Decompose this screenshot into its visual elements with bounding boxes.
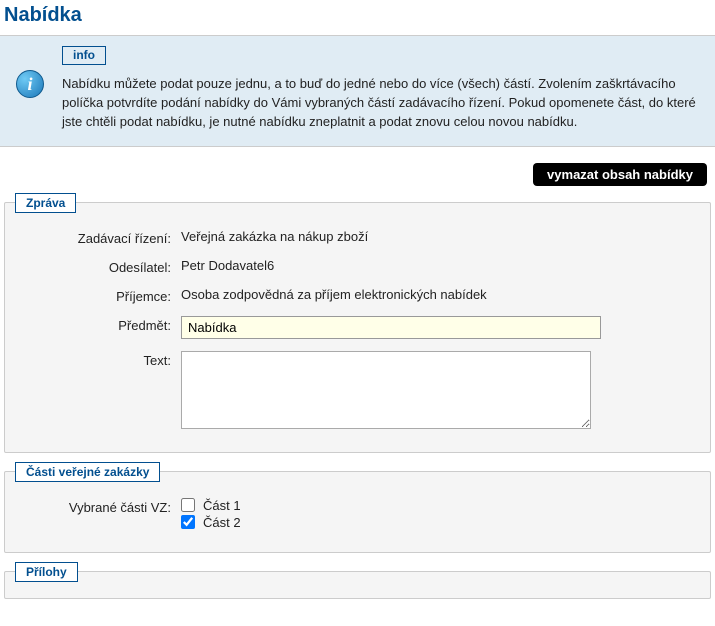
- clear-content-button[interactable]: vymazat obsah nabídky: [533, 163, 707, 186]
- text-textarea[interactable]: [181, 351, 591, 429]
- label-sender: Odesílatel:: [21, 258, 181, 275]
- part-checkbox-1[interactable]: [181, 498, 195, 512]
- part-checkbox-2[interactable]: [181, 515, 195, 529]
- label-procedure: Zadávací řízení:: [21, 229, 181, 246]
- attachments-fieldset: Přílohy: [4, 571, 711, 599]
- row-recipient: Příjemce: Osoba zodpovědná za příjem ele…: [5, 281, 710, 310]
- page-title: Nabídka: [0, 0, 715, 35]
- row-subject: Předmět:: [5, 310, 710, 345]
- subject-input[interactable]: [181, 316, 601, 339]
- action-row: vymazat obsah nabídky: [0, 147, 715, 198]
- label-recipient: Příjemce:: [21, 287, 181, 304]
- value-text-wrap: [181, 351, 694, 432]
- info-text: Nabídku můžete podat pouze jednu, a to b…: [62, 75, 703, 132]
- part-label-2: Část 2: [203, 515, 241, 530]
- attachments-legend: Přílohy: [15, 562, 78, 582]
- parts-fieldset: Části veřejné zakázky Vybrané části VZ: …: [4, 471, 711, 553]
- parts-legend: Části veřejné zakázky: [15, 462, 160, 482]
- value-sender: Petr Dodavatel6: [181, 258, 694, 273]
- label-text: Text:: [21, 351, 181, 368]
- part-item-1: Část 1: [181, 498, 694, 513]
- row-sender: Odesílatel: Petr Dodavatel6: [5, 252, 710, 281]
- info-body: info Nabídku můžete podat pouze jednu, a…: [62, 46, 703, 132]
- info-panel: i info Nabídku můžete podat pouze jednu,…: [0, 35, 715, 147]
- label-parts: Vybrané části VZ:: [21, 498, 181, 515]
- value-procedure: Veřejná zakázka na nákup zboží: [181, 229, 694, 244]
- parts-list: Část 1 Část 2: [181, 498, 694, 532]
- part-item-2: Část 2: [181, 515, 694, 530]
- part-label-1: Část 1: [203, 498, 241, 513]
- label-subject: Předmět:: [21, 316, 181, 333]
- message-fieldset: Zpráva Zadávací řízení: Veřejná zakázka …: [4, 202, 711, 453]
- value-recipient: Osoba zodpovědná za příjem elektronickýc…: [181, 287, 694, 302]
- row-text: Text:: [5, 345, 710, 438]
- row-procedure: Zadávací řízení: Veřejná zakázka na náku…: [5, 223, 710, 252]
- info-badge: info: [62, 46, 106, 65]
- row-parts: Vybrané části VZ: Část 1 Část 2: [5, 492, 710, 538]
- info-icon-wrap: i: [12, 46, 48, 132]
- value-subject-wrap: [181, 316, 694, 339]
- message-legend: Zpráva: [15, 193, 76, 213]
- info-icon: i: [16, 70, 44, 98]
